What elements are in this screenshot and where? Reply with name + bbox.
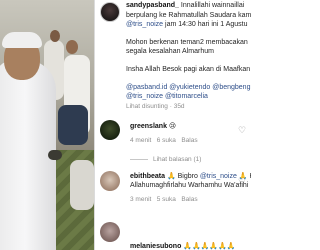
caption-line-4: Mohon berkenan teman2 membacakan	[126, 39, 248, 46]
caption-line-5: segala kesalahan Almarhum	[126, 48, 214, 55]
photo-person-head	[66, 40, 78, 54]
caption-mentions-2[interactable]: @tris_noize @titomarcelia	[126, 93, 208, 101]
photo-main-person-cap	[2, 32, 42, 48]
photo-person	[58, 105, 88, 145]
caption-text: jam 14:30 hari ini 1 Agustu	[163, 21, 248, 28]
comment-username[interactable]: melaniesubono	[130, 243, 181, 250]
comment-text: 🙏 Bigbro	[165, 173, 200, 180]
comment-likes[interactable]: 5 suka	[157, 196, 176, 203]
mention-link[interactable]: @tris_noize	[126, 21, 163, 28]
comment-meta: 3 menit 5 suka Balas	[130, 196, 198, 204]
comment-time: 4 menit	[130, 137, 152, 144]
comment-text: 🙏🙏🙏🙏🙏🙏	[181, 243, 236, 250]
heart-icon[interactable]: ♡	[238, 126, 247, 135]
caption-line-2: berpulang ke Rahmatullah Saudara kam	[126, 12, 251, 19]
comments-panel[interactable]: sandypasband_ Innalillahi wainnaillai be…	[95, 0, 251, 250]
comment-text: 😢	[168, 123, 177, 130]
comment-line: melaniesubono 🙏🙏🙏🙏🙏🙏	[130, 243, 236, 250]
comment-line: ebithbeata 🙏 Bigbro @tris_noize 🙏 H	[130, 173, 251, 181]
avatar[interactable]	[100, 222, 120, 242]
avatar[interactable]	[100, 2, 120, 22]
photo-prayer-beads	[48, 150, 62, 160]
post-photo[interactable]	[0, 0, 94, 250]
heart-icon[interactable]: ♡	[238, 177, 247, 186]
comment-username[interactable]: ebithbeata	[130, 173, 165, 180]
comment-username[interactable]: greenslank	[130, 123, 167, 130]
avatar[interactable]	[100, 171, 120, 191]
edited-label[interactable]: Lihat disunting	[126, 103, 168, 110]
comment-line-2: Allahumaghfirlahu Warhamhu Wa'afihi	[130, 182, 249, 189]
reply-button[interactable]: Balas	[181, 137, 197, 144]
caption-mentions[interactable]: @pasband.id @yukietendo @bengbeng	[126, 84, 250, 92]
comment-line: greenslank 😢	[130, 123, 176, 131]
comment-meta: 4 menit 6 suka Balas	[130, 137, 198, 145]
caption-line-3: @tris_noize jam 14:30 hari ini 1 Agustu	[126, 21, 248, 29]
caption-meta: Lihat disunting · 35d	[126, 103, 185, 111]
photo-person	[70, 160, 94, 210]
comment-time: 3 menit	[130, 196, 152, 203]
mention-link[interactable]: @tris_noize	[200, 173, 237, 180]
comment-likes[interactable]: 6 suka	[157, 137, 176, 144]
caption-line-1: sandypasband_ Innalillahi wainnaillai	[126, 2, 244, 10]
caption-line-6: Insha Allah Besok pagi akan di Maafkan	[126, 66, 251, 73]
post-time: · 35d	[167, 103, 185, 110]
replies-divider	[130, 159, 148, 160]
caption-text: Innalillahi wainnaillai	[180, 2, 245, 9]
post-username[interactable]: sandypasband_	[126, 2, 179, 9]
view-replies-link[interactable]: Lihat balasan (1)	[153, 156, 201, 164]
photo-person-head	[50, 30, 60, 42]
avatar[interactable]	[100, 120, 120, 140]
reply-button[interactable]: Balas	[181, 196, 197, 203]
